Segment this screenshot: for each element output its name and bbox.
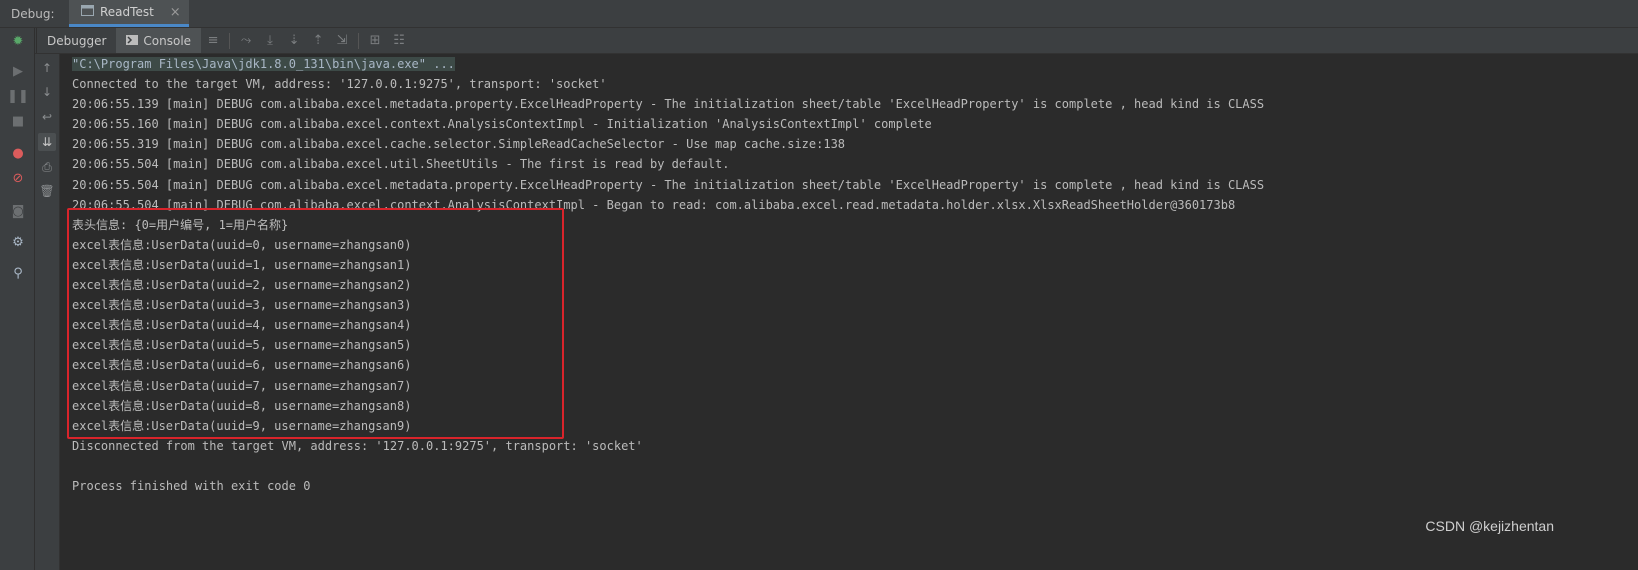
- console-line: Process finished with exit code 0: [72, 478, 311, 493]
- mute-breakpoints-icon[interactable]: ⊘: [9, 169, 27, 187]
- console-line: 20:06:55.504 [main] DEBUG com.alibaba.ex…: [72, 197, 1236, 212]
- tab-label: ReadTest: [100, 5, 154, 19]
- stop-icon[interactable]: ■: [9, 112, 27, 130]
- pin-icon[interactable]: ⚲: [9, 264, 27, 282]
- console-line: excel表信息:UserData(uuid=9, username=zhang…: [72, 418, 412, 433]
- debug-label: Debug:: [11, 6, 55, 21]
- pause-icon[interactable]: ❚❚: [7, 87, 29, 105]
- scroll-to-end-icon[interactable]: ⇊: [38, 133, 56, 151]
- console-line: Connected to the target VM, address: '12…: [72, 77, 607, 92]
- console-line: excel表信息:UserData(uuid=3, username=zhang…: [72, 298, 412, 313]
- console-gutter: ↑ ↓ ↩ ⇊ ⎙ 🗑: [35, 54, 60, 570]
- console-line: 20:06:55.319 [main] DEBUG com.alibaba.ex…: [72, 137, 846, 152]
- tab-console[interactable]: Console: [116, 28, 202, 53]
- debug-left-strip: ✹ ▶ ❚❚ ■ ● ⊘ ◙ ⚙ ⚲: [0, 28, 35, 570]
- soft-wrap-icon[interactable]: ↩: [38, 108, 56, 126]
- watermark: CSDN @kejizhentan: [1425, 518, 1554, 534]
- debug-titlebar: Debug: ReadTest ×: [0, 0, 1638, 28]
- step-over-icon[interactable]: ⤓: [258, 28, 282, 53]
- print-icon[interactable]: ⎙: [38, 158, 56, 176]
- camera-icon[interactable]: ◙: [9, 202, 27, 220]
- step-into-icon[interactable]: ⇣: [282, 28, 306, 53]
- evaluate-expression-icon[interactable]: ⊞: [363, 28, 387, 53]
- close-icon[interactable]: ×: [170, 5, 181, 20]
- layout-menu-icon[interactable]: ≡: [201, 28, 225, 53]
- trash-icon[interactable]: 🗑: [38, 182, 56, 200]
- console-line: 20:06:55.139 [main] DEBUG com.alibaba.ex…: [72, 97, 1265, 112]
- debug-toolbar: Debugger Console ≡ ⤳ ⤓ ⇣ ⇡ ⇲ ⊞ ☷: [0, 28, 1638, 54]
- tab-debugger[interactable]: Debugger: [37, 28, 116, 53]
- console-line: excel表信息:UserData(uuid=4, username=zhang…: [72, 318, 412, 333]
- settings-icon[interactable]: ⚙: [9, 233, 27, 251]
- breakpoints-icon[interactable]: ●: [9, 144, 27, 162]
- show-execution-point-icon[interactable]: ⤳: [234, 28, 258, 53]
- trace-settings-icon[interactable]: ☷: [387, 28, 411, 53]
- console-line: excel表信息:UserData(uuid=1, username=zhang…: [72, 257, 412, 272]
- console-line: 表头信息: {0=用户编号, 1=用户名称}: [72, 217, 289, 232]
- console-line: 20:06:55.504 [main] DEBUG com.alibaba.ex…: [72, 177, 1265, 192]
- console-output[interactable]: "C:\Program Files\Java\jdk1.8.0_131\bin\…: [60, 54, 1638, 570]
- step-out-icon[interactable]: ⇡: [306, 28, 330, 53]
- console-line: excel表信息:UserData(uuid=0, username=zhang…: [72, 237, 412, 252]
- command-text: "C:\Program Files\Java\jdk1.8.0_131\bin\…: [72, 57, 455, 71]
- down-arrow-icon[interactable]: ↓: [38, 83, 56, 101]
- console-line: 20:06:55.160 [main] DEBUG com.alibaba.ex…: [72, 117, 932, 132]
- command-line: "C:\Program Files\Java\jdk1.8.0_131\bin\…: [72, 54, 1638, 74]
- console-line: excel表信息:UserData(uuid=5, username=zhang…: [72, 338, 412, 353]
- resume-icon[interactable]: ▶: [9, 62, 27, 80]
- tab-readtest[interactable]: ReadTest ×: [69, 0, 189, 27]
- run-to-cursor-icon[interactable]: ⇲: [330, 28, 354, 53]
- console-icon: [126, 34, 139, 48]
- console-line: excel表信息:UserData(uuid=8, username=zhang…: [72, 398, 412, 413]
- debugger-tab-label: Debugger: [47, 33, 107, 48]
- console-line: excel表信息:UserData(uuid=6, username=zhang…: [72, 358, 412, 373]
- console-tab-label: Console: [143, 33, 192, 48]
- console-line: excel表信息:UserData(uuid=2, username=zhang…: [72, 278, 412, 293]
- console-line: Disconnected from the target VM, address…: [72, 438, 643, 453]
- bug-icon[interactable]: ✹: [9, 32, 27, 50]
- console-line: excel表信息:UserData(uuid=7, username=zhang…: [72, 378, 412, 393]
- console-line: 20:06:55.504 [main] DEBUG com.alibaba.ex…: [72, 157, 730, 172]
- console-tab-icon: [81, 5, 94, 19]
- up-arrow-icon[interactable]: ↑: [38, 59, 56, 77]
